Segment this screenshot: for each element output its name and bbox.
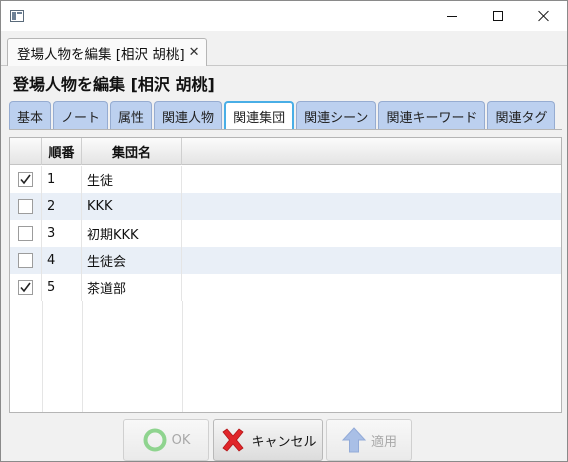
title-bar xyxy=(1,1,567,31)
row-checkbox[interactable] xyxy=(18,199,33,214)
tab-attributes[interactable]: 属性 xyxy=(110,101,153,130)
tab-notes[interactable]: ノート xyxy=(53,101,109,130)
table-row[interactable]: 5 茶道部 xyxy=(10,274,561,301)
row-check-cell xyxy=(10,274,42,301)
tab-basic[interactable]: 基本 xyxy=(9,101,52,130)
maximize-icon xyxy=(493,11,503,21)
tab-close-icon[interactable]: ✕ xyxy=(189,46,200,59)
tab-related-people[interactable]: 関連人物 xyxy=(154,101,223,130)
cancel-label: キャンセル xyxy=(251,434,317,450)
maximize-button[interactable] xyxy=(475,1,521,31)
row-filler xyxy=(182,220,561,247)
apply-button[interactable]: 適用 xyxy=(326,419,412,461)
edit-character-window: 登場人物を編集 [相沢 胡桃] ✕ 登場人物を編集 [相沢 胡桃] 基本 ノート… xyxy=(0,0,568,462)
cancel-button[interactable]: キャンセル xyxy=(213,419,323,461)
row-filler xyxy=(182,247,561,274)
row-order: 4 xyxy=(42,247,82,274)
row-group-name: 茶道部 xyxy=(82,274,182,301)
row-check-cell xyxy=(10,193,42,220)
row-group-name: 初期KKK xyxy=(82,220,182,247)
row-group-name: KKK xyxy=(82,193,182,220)
table-body: 1 生徒 2 KKK 3 初期KKK 4 生徒会 5 茶道部 xyxy=(10,166,561,412)
page-title: 登場人物を編集 [相沢 胡桃] xyxy=(13,75,215,94)
red-x-icon xyxy=(219,426,247,454)
row-checkbox[interactable] xyxy=(18,172,33,187)
column-divider xyxy=(82,301,83,412)
row-filler xyxy=(182,193,561,220)
table-empty-area xyxy=(10,301,561,412)
document-tab-bar: 登場人物を編集 [相沢 胡桃] ✕ xyxy=(1,31,567,66)
tab-related-scenes[interactable]: 関連シーン xyxy=(296,101,377,130)
tab-divider xyxy=(9,129,562,130)
minimize-icon xyxy=(447,15,457,17)
table-row[interactable]: 4 生徒会 xyxy=(10,247,561,274)
tab-related-groups[interactable]: 関連集団 xyxy=(224,101,295,130)
close-icon xyxy=(538,10,550,22)
table-header: 順番 集団名 xyxy=(10,138,561,165)
row-checkbox[interactable] xyxy=(18,253,33,268)
header-filler xyxy=(182,138,561,165)
table-row[interactable]: 1 生徒 xyxy=(10,166,561,193)
header-order[interactable]: 順番 xyxy=(42,138,82,165)
column-divider xyxy=(182,301,183,412)
checkmark-icon xyxy=(20,174,31,185)
row-check-cell xyxy=(10,247,42,274)
row-order: 3 xyxy=(42,220,82,247)
tab-related-tags[interactable]: 関連タグ xyxy=(487,101,556,130)
row-checkbox[interactable] xyxy=(18,280,33,295)
row-check-cell xyxy=(10,166,42,193)
groups-table: 順番 集団名 1 生徒 2 KKK 3 初期KKK 4 生徒会 5 茶道部 xyxy=(9,137,562,413)
minimize-button[interactable] xyxy=(429,1,475,31)
row-checkbox[interactable] xyxy=(18,226,33,241)
row-filler xyxy=(182,166,561,193)
document-tab-label: 登場人物を編集 [相沢 胡桃] xyxy=(17,46,185,63)
apply-label: 適用 xyxy=(370,434,397,450)
document-tab[interactable]: 登場人物を編集 [相沢 胡桃] ✕ xyxy=(7,38,207,66)
app-icon xyxy=(10,10,24,22)
ok-circle-icon xyxy=(142,427,168,453)
subtab-bar: 基本 ノート 属性 関連人物 関連集団 関連シーン 関連キーワード 関連タグ xyxy=(9,101,556,130)
row-group-name: 生徒会 xyxy=(82,247,182,274)
row-group-name: 生徒 xyxy=(82,166,182,193)
row-check-cell xyxy=(10,220,42,247)
ok-label: OK xyxy=(171,432,191,448)
ok-button[interactable]: OK xyxy=(123,419,209,461)
row-order: 2 xyxy=(42,193,82,220)
close-window-button[interactable] xyxy=(521,1,567,31)
row-order: 5 xyxy=(42,274,82,301)
header-group-name[interactable]: 集団名 xyxy=(82,138,182,165)
up-arrow-icon xyxy=(341,426,367,454)
tab-related-keywords[interactable]: 関連キーワード xyxy=(378,101,486,130)
checkmark-icon xyxy=(20,282,31,293)
row-order: 1 xyxy=(42,166,82,193)
table-row[interactable]: 3 初期KKK xyxy=(10,220,561,247)
row-filler xyxy=(182,274,561,301)
header-check-column[interactable] xyxy=(10,138,42,165)
table-row[interactable]: 2 KKK xyxy=(10,193,561,220)
column-divider xyxy=(42,301,43,412)
